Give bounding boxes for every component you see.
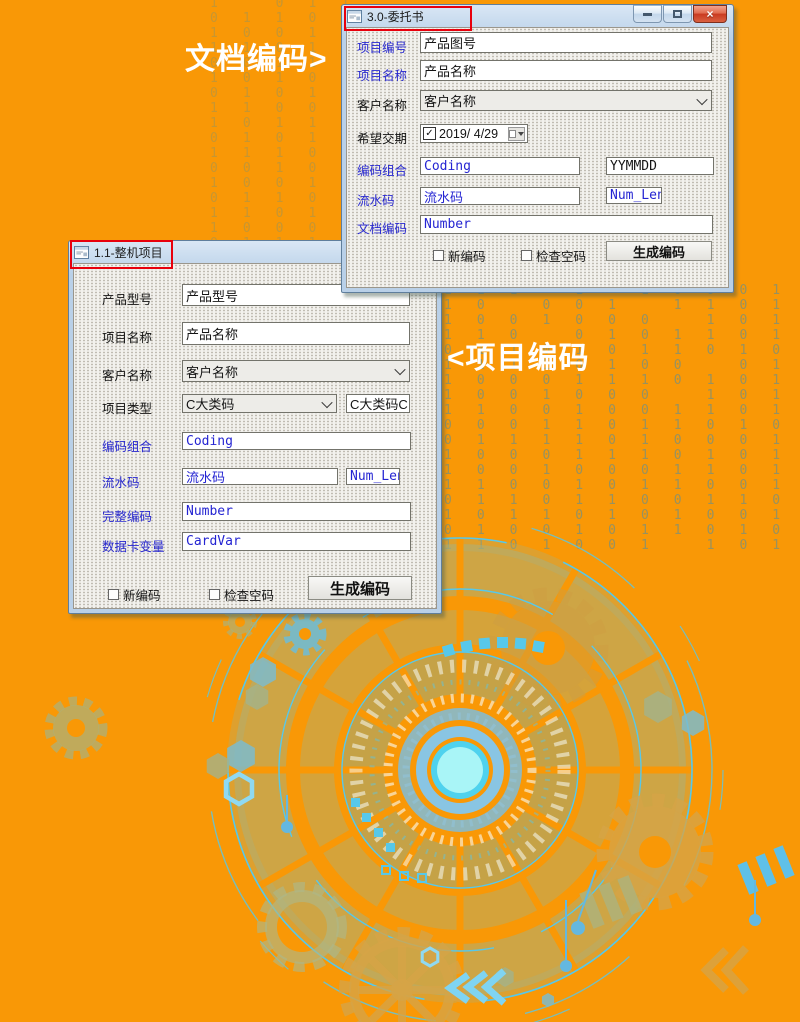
check-empty-checkbox[interactable]: 检查空码 xyxy=(209,585,274,604)
code-combo-value: Coding xyxy=(424,159,471,174)
checkbox-label: 新编码 xyxy=(448,246,486,265)
serial-input[interactable]: 流水码 xyxy=(182,468,338,485)
label-card-var: 数据卡变量 xyxy=(102,536,165,555)
due-date-picker[interactable]: ✓ 2019/ 4/29 xyxy=(420,124,528,143)
full-code-value: Number xyxy=(186,504,233,519)
minimize-icon xyxy=(643,13,652,16)
new-code-checkbox[interactable]: 新编码 xyxy=(433,246,486,265)
label-customer: 客户名称 xyxy=(102,365,152,384)
slanted-bars-blue xyxy=(737,845,794,894)
label-code-combo: 编码组合 xyxy=(357,160,407,179)
serial-length-input[interactable]: Num_Len xyxy=(606,187,662,204)
circle-core xyxy=(398,708,522,832)
dropdown-arrow-icon xyxy=(518,132,524,136)
label-project-name: 项目名称 xyxy=(357,65,407,84)
project-type-code-value: C大类码C xyxy=(350,394,408,413)
customer-combobox[interactable]: 客户名称 xyxy=(420,90,712,111)
serial-length-input[interactable]: Num_Len xyxy=(346,468,400,485)
checkbox-box[interactable] xyxy=(209,589,220,600)
project-name-input[interactable]: 产品名称 xyxy=(420,60,712,81)
generate-code-button[interactable]: 生成编码 xyxy=(606,241,712,261)
chevron-down-icon xyxy=(321,396,332,407)
checkmark-icon: ✓ xyxy=(425,128,433,139)
calendar-icon xyxy=(509,130,516,138)
card-var-input[interactable]: CardVar xyxy=(182,532,411,551)
date-checkbox[interactable]: ✓ xyxy=(423,127,436,140)
serial-value: 流水码 xyxy=(186,468,225,485)
project-name-value: 产品名称 xyxy=(424,61,476,80)
minimize-button[interactable] xyxy=(633,5,662,23)
dialog-project-code: 1.1-整机项目 产品型号 产品型号 项目名称 产品名称 客户名称 客户名称 项… xyxy=(68,240,442,614)
customer-value: 客户名称 xyxy=(186,362,238,381)
window-controls: × xyxy=(633,5,727,23)
label-project-name: 项目名称 xyxy=(102,327,152,346)
project-type-combobox[interactable]: C大类码 xyxy=(182,394,337,413)
desktop-background: { "page": {"background_color": "#F99806"… xyxy=(0,0,800,1022)
generate-code-button[interactable]: 生成编码 xyxy=(308,576,412,600)
model-value: 产品型号 xyxy=(186,286,238,305)
label-code-combo: 编码组合 xyxy=(102,436,152,455)
date-format-input[interactable]: YYMMDD xyxy=(606,157,714,175)
checkbox-label: 检查空码 xyxy=(224,585,274,604)
serial-input[interactable]: 流水码 xyxy=(420,187,580,205)
label-customer: 客户名称 xyxy=(357,95,407,114)
maximize-button[interactable] xyxy=(663,5,692,23)
dialog-doc-code: 3.0-委托书 × 项目编号 产品图号 项目名称 产品名称 客户名称 客户名称 … xyxy=(341,4,734,293)
form-window-icon xyxy=(347,10,362,23)
project-type-code-input[interactable]: C大类码C xyxy=(346,394,410,413)
label-serial: 流水码 xyxy=(357,190,395,209)
code-combo-input[interactable]: Coding xyxy=(420,157,580,175)
serial-length-value: Num_Len xyxy=(350,469,400,484)
check-empty-checkbox[interactable]: 检查空码 xyxy=(521,246,586,265)
form-body: 产品型号 产品型号 项目名称 产品名称 客户名称 客户名称 项目类型 C大类码 … xyxy=(73,263,437,609)
label-doc-code: 文档编码 xyxy=(357,218,407,237)
doc-code-value: Number xyxy=(424,217,471,232)
label-project-type: 项目类型 xyxy=(102,398,152,417)
project-code-annotation: <项目编码 xyxy=(447,333,590,377)
checkbox-box[interactable] xyxy=(108,589,119,600)
chevron-down-icon xyxy=(394,364,405,375)
card-var-value: CardVar xyxy=(186,534,241,549)
checkbox-label: 新编码 xyxy=(123,585,161,604)
date-dropdown-button[interactable] xyxy=(508,127,525,141)
full-code-input[interactable]: Number xyxy=(182,502,411,521)
label-model: 产品型号 xyxy=(102,289,152,308)
binary-digits-backdrop-right: 111 1 1000110 001 11011001000 101110 010… xyxy=(444,283,800,557)
project-no-input[interactable]: 产品图号 xyxy=(420,32,712,53)
window-title: 3.0-委托书 xyxy=(367,8,424,25)
chevron-down-icon xyxy=(696,93,707,104)
date-value: 2019/ 4/29 xyxy=(439,127,498,141)
close-button[interactable]: × xyxy=(693,5,727,23)
close-icon: × xyxy=(706,8,713,20)
form-window-icon xyxy=(74,246,89,259)
doc-code-input[interactable]: Number xyxy=(420,215,713,234)
new-code-checkbox[interactable]: 新编码 xyxy=(108,585,161,604)
code-combo-value: Coding xyxy=(186,434,233,449)
doc-code-annotation: 文档编码> xyxy=(185,34,328,78)
label-due-date: 希望交期 xyxy=(357,128,407,147)
checkbox-label: 检查空码 xyxy=(536,246,586,265)
gear-icon-sage-small xyxy=(49,701,103,755)
form-body: 项目编号 产品图号 项目名称 产品名称 客户名称 客户名称 希望交期 ✓ 201… xyxy=(346,27,729,288)
project-type-value: C大类码 xyxy=(186,394,234,413)
checkbox-box[interactable] xyxy=(433,250,444,261)
maximize-icon xyxy=(673,10,682,18)
project-name-input[interactable]: 产品名称 xyxy=(182,322,410,345)
date-format-value: YYMMDD xyxy=(610,159,657,174)
project-no-value: 产品图号 xyxy=(424,33,476,52)
label-project-no: 项目编号 xyxy=(357,37,407,56)
serial-value: 流水码 xyxy=(424,187,463,205)
customer-value: 客户名称 xyxy=(424,91,476,110)
code-combo-input[interactable]: Coding xyxy=(182,432,411,450)
project-name-value: 产品名称 xyxy=(186,324,238,343)
chevrons-tan xyxy=(706,948,746,992)
label-serial: 流水码 xyxy=(102,472,140,491)
checkbox-box[interactable] xyxy=(521,250,532,261)
customer-combobox[interactable]: 客户名称 xyxy=(182,360,410,382)
serial-length-value: Num_Len xyxy=(610,188,662,203)
window-title: 1.1-整机项目 xyxy=(94,244,163,261)
label-full-code: 完整编码 xyxy=(102,506,152,525)
